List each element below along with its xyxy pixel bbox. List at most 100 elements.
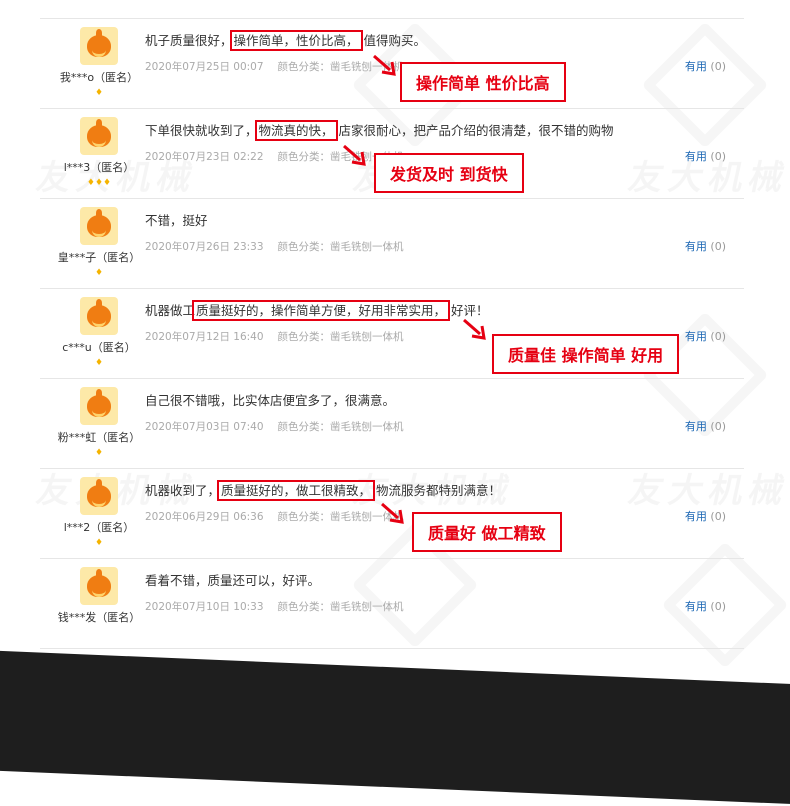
reviewer: l***2（匿名） ♦ <box>40 477 158 548</box>
useful-count: (0) <box>710 420 726 433</box>
review-text: 自己很不错哦，比实体店便宜多了，很满意。 <box>145 390 395 409</box>
review-meta: 2020年07月12日 16:40 颜色分类：凿毛铣刨一体机 <box>145 329 404 344</box>
diamond-badge-icon: ♦ <box>94 88 104 98</box>
review-text: 不错，挺好 <box>145 210 208 229</box>
diamond-badge-icon: ♦ <box>94 538 104 548</box>
review-text: 机子质量很好，操作简单，性价比高， 值得购买。 <box>145 30 427 51</box>
review-spec: 颜色分类：凿毛铣刨一体机 <box>277 241 404 253</box>
arrow-icon <box>373 54 396 76</box>
review-text-part: 机子质量很好， <box>145 33 233 48</box>
review-spec: 颜色分类：凿毛铣刨一体机 <box>277 331 404 343</box>
reviewer-name: 粉***虹（匿名） <box>57 431 141 444</box>
arrow-icon <box>343 144 366 166</box>
review-text-part: 自己很不错哦，比实体店便宜多了，很满意。 <box>145 393 396 408</box>
review-date: 2020年07月03日 07:40 <box>145 421 264 433</box>
diamond-badge-icon: ♦♦♦ <box>86 178 112 188</box>
useful-vote[interactable]: 有用 (0) <box>685 508 726 524</box>
useful-count: (0) <box>710 240 726 253</box>
review-text: 看着不错，质量还可以，好评。 <box>145 570 320 589</box>
review-text-part: 下单很快就收到了， <box>145 123 258 138</box>
reviewer: 钱***发（匿名） <box>40 567 158 638</box>
reviewer-name: 钱***发（匿名） <box>57 611 141 624</box>
reviewer-name: l***3（匿名） <box>63 161 135 174</box>
diamond-badge-icon <box>40 628 158 638</box>
review-date: 2020年07月26日 23:33 <box>145 241 264 253</box>
useful-button[interactable]: 有用 <box>685 420 707 433</box>
reviewer: 粉***虹（匿名） ♦ <box>40 387 158 458</box>
callout-label: 质量好 做工精致 <box>412 512 562 552</box>
review-text-part: 机器收到了， <box>145 483 221 498</box>
review-text-part: 看着不错，质量还可以，好评。 <box>145 573 321 588</box>
reviewer-name: l***2（匿名） <box>63 521 135 534</box>
review-text-part: 好评！ <box>451 303 489 318</box>
avatar <box>80 387 118 425</box>
review-meta: 2020年07月25日 00:07 颜色分类：凿毛铣刨一体机 <box>145 59 404 74</box>
useful-vote[interactable]: 有用 (0) <box>685 418 726 434</box>
review-date: 2020年07月12日 16:40 <box>145 331 264 343</box>
review-text-part: 值得购买。 <box>363 33 427 48</box>
highlighted-text: 物流真的快， <box>254 120 338 141</box>
avatar <box>80 297 118 335</box>
review-date: 2020年07月23日 02:22 <box>145 151 264 163</box>
useful-vote[interactable]: 有用 (0) <box>685 238 726 254</box>
review-spec: 颜色分类：凿毛铣刨一体机 <box>277 421 404 433</box>
highlighted-text: 质量挺好的，操作简单方便，好用非常实用， <box>192 300 451 321</box>
review-meta: 2020年07月03日 07:40 颜色分类：凿毛铣刨一体机 <box>145 419 404 434</box>
diamond-badge-icon: ♦ <box>94 268 104 278</box>
useful-count: (0) <box>710 60 726 73</box>
useful-button[interactable]: 有用 <box>685 330 707 343</box>
review-date: 2020年07月10日 10:33 <box>145 601 264 613</box>
useful-button[interactable]: 有用 <box>685 240 707 253</box>
highlighted-text: 质量挺好的，做工很精致， <box>217 480 376 501</box>
arrow-icon <box>381 502 404 524</box>
review-item: 皇***子（匿名） ♦ 不错，挺好 2020年07月26日 23:33 颜色分类：… <box>40 198 744 288</box>
reviewer-name: 皇***子（匿名） <box>57 251 141 264</box>
review-text-part: 物流服务都特别满意！ <box>376 483 502 498</box>
avatar <box>80 567 118 605</box>
review-text-part: 不错，挺好 <box>145 213 208 228</box>
diamond-badge-icon: ♦ <box>94 358 104 368</box>
avatar <box>80 27 118 65</box>
useful-vote[interactable]: 有用 (0) <box>685 58 726 74</box>
callout-label: 操作简单 性价比高 <box>400 62 566 102</box>
reviewer-name: c***u（匿名） <box>62 341 136 354</box>
useful-count: (0) <box>710 510 726 523</box>
avatar <box>80 207 118 245</box>
review-meta: 2020年07月26日 23:33 颜色分类：凿毛铣刨一体机 <box>145 239 404 254</box>
review-text: 机器收到了，质量挺好的，做工很精致， 物流服务都特别满意！ <box>145 480 502 501</box>
review-text: 机器做工质量挺好的，操作简单方便，好用非常实用， 好评！ <box>145 300 489 321</box>
review-text: 下单很快就收到了，物流真的快， 店家很耐心，把产品介绍的很清楚，很不错的购物 <box>145 120 614 141</box>
reviewer: l***3（匿名） ♦♦♦ <box>40 117 158 188</box>
review-spec: 颜色分类：凿毛铣刨一体机 <box>277 601 404 613</box>
arrow-icon <box>463 318 486 340</box>
useful-button[interactable]: 有用 <box>685 510 707 523</box>
review-item: 粉***虹（匿名） ♦ 自己很不错哦，比实体店便宜多了，很满意。 2020年07… <box>40 378 744 468</box>
callout-label: 质量佳 操作简单 好用 <box>492 334 680 374</box>
useful-vote[interactable]: 有用 (0) <box>685 148 726 164</box>
review-date: 2020年07月25日 00:07 <box>145 61 264 73</box>
reviewer: 我***o（匿名） ♦ <box>40 27 158 98</box>
reviewer: 皇***子（匿名） ♦ <box>40 207 158 278</box>
review-item: 钱***发（匿名） 看着不错，质量还可以，好评。 2020年07月10日 10:… <box>40 558 744 649</box>
review-meta: 2020年07月10日 10:33 颜色分类：凿毛铣刨一体机 <box>145 599 404 614</box>
avatar <box>80 117 118 155</box>
reviewer: c***u（匿名） ♦ <box>40 297 158 368</box>
footer-band <box>0 650 790 806</box>
reviewer-name: 我***o（匿名） <box>59 71 139 84</box>
useful-vote[interactable]: 有用 (0) <box>685 598 726 614</box>
diamond-badge-icon: ♦ <box>94 448 104 458</box>
useful-count: (0) <box>710 150 726 163</box>
useful-button[interactable]: 有用 <box>685 150 707 163</box>
review-text-part: 机器做工 <box>145 303 196 318</box>
useful-vote[interactable]: 有用 (0) <box>685 328 726 344</box>
useful-button[interactable]: 有用 <box>685 600 707 613</box>
review-text-part: 店家很耐心，把产品介绍的很清楚，很不错的购物 <box>338 123 614 138</box>
review-meta: 2020年06月29日 06:36 颜色分类：凿毛铣刨一体机 <box>145 509 404 524</box>
useful-count: (0) <box>710 330 726 343</box>
useful-button[interactable]: 有用 <box>685 60 707 73</box>
useful-count: (0) <box>710 600 726 613</box>
highlighted-text: 操作简单，性价比高， <box>229 30 363 51</box>
callout-label: 发货及时 到货快 <box>374 153 524 193</box>
avatar <box>80 477 118 515</box>
review-date: 2020年06月29日 06:36 <box>145 511 264 523</box>
